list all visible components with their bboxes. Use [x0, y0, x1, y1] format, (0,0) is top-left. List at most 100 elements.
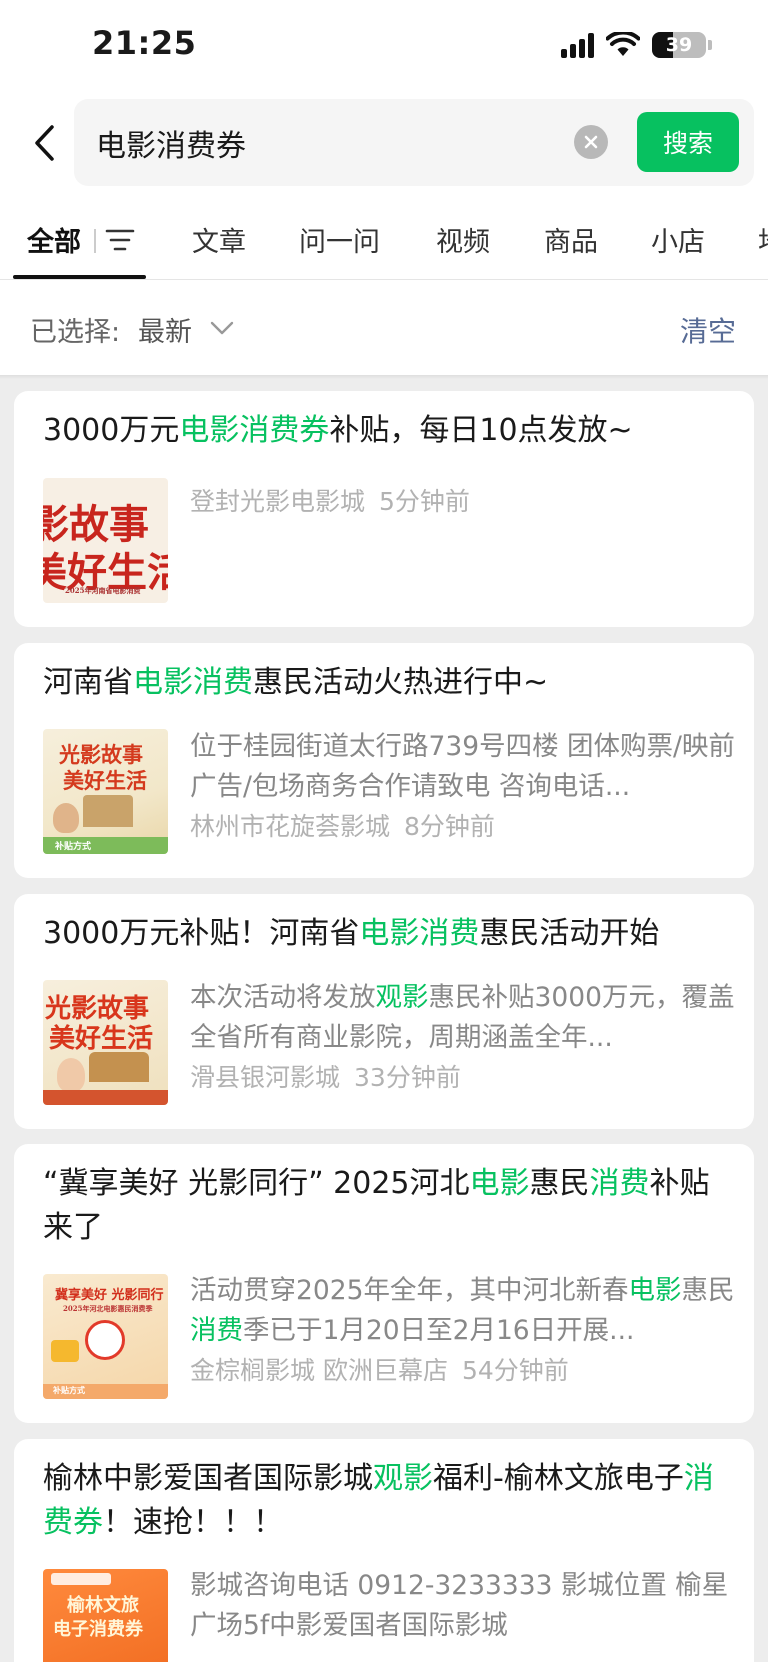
cellular-signal-icon	[561, 32, 594, 58]
post-time: 54分钟前	[461, 1356, 569, 1385]
tab-videos[interactable]: 视频	[436, 220, 490, 259]
title-keyword: 电影消费	[359, 916, 480, 951]
filter-label: 已选择:	[30, 317, 121, 348]
title-text: 惠民活动开始	[479, 916, 660, 951]
thumbnail-mascot	[85, 1320, 125, 1360]
desc-keyword: 消费	[190, 1315, 243, 1346]
battery-percent: 39	[665, 34, 693, 56]
result-source: 金棕榈影城 欧洲巨幕店 54分钟前	[190, 1351, 735, 1391]
tab-articles[interactable]: 文章	[192, 220, 246, 259]
title-keyword: 电影消费券	[179, 413, 330, 448]
result-meta: 影城咨询电话 0912-3233333 影城位置 榆星广场5f中影爱国者国际影城	[190, 1566, 735, 1662]
title-text: 榆林中影爱国者国际影城	[43, 1461, 373, 1496]
result-meta: 活动贯穿2025年全年，其中河北新春电影惠民消费季已于1月20日至2月16日开展…	[190, 1271, 735, 1391]
tab-shops[interactable]: 小店	[651, 220, 705, 259]
result-thumbnail: 光影故事 美好生活	[43, 980, 168, 1105]
result-title: “冀享美好 光影同行” 2025河北电影惠民消费补贴来了	[43, 1162, 733, 1250]
result-thumbnail: 榆林文旅 电子消费券	[43, 1569, 168, 1662]
desc-text: 活动贯穿2025年全年，其中河北新春	[190, 1275, 629, 1306]
search-button[interactable]: 搜索	[637, 112, 739, 172]
title-text: 惠民活动火热进行中~	[253, 665, 549, 700]
desc-text: 本次活动将发放	[190, 982, 376, 1013]
sort-filter-value[interactable]: 最新	[138, 310, 192, 349]
title-text: 3000万元补贴！河南省	[43, 916, 360, 951]
source-name: 金棕榈影城 欧洲巨幕店	[190, 1356, 448, 1385]
post-time: 8分钟前	[404, 812, 495, 841]
desc-text: 季已于1月20日至2月16日开展...	[243, 1315, 635, 1346]
chevron-down-icon[interactable]	[208, 314, 236, 342]
result-title: 榆林中影爱国者国际影城观影福利-榆林文旅电子消费券！速抢！！！	[43, 1457, 733, 1545]
result-thumbnail: 冀享美好 光影同行 2025年河北电影惠民消费季 补贴方式	[43, 1274, 168, 1399]
search-input[interactable]	[96, 99, 536, 186]
wifi-icon	[606, 32, 640, 56]
result-title: 3000万元电影消费券补贴，每日10点发放~	[43, 409, 733, 453]
search-box: 搜索	[74, 99, 754, 186]
tab-products[interactable]: 商品	[544, 220, 598, 259]
title-text: ！速抢！！！	[103, 1505, 283, 1540]
thumbnail-logo	[51, 1573, 111, 1585]
result-card[interactable]: 河南省电影消费惠民活动火热进行中~ 光影故事 美好生活 补贴方式 位于桂园街道太…	[14, 643, 754, 878]
tabs-divider	[0, 279, 768, 280]
source-name: 林州市花旋荟影城	[190, 812, 391, 841]
desc-keyword: 电影	[628, 1275, 682, 1306]
result-thumbnail: 光影故事 美好生活 补贴方式	[43, 729, 168, 854]
title-text: 补贴，每日10点发放~	[329, 413, 633, 448]
status-icons: 39	[561, 30, 712, 60]
header-area: 21:25 39 搜索 全部 文章 问一问 视频 商品	[0, 0, 768, 375]
result-thumbnail: 影故事 美好生活 2025年河南省电影消费	[43, 478, 168, 603]
title-keyword: 电影	[469, 1166, 530, 1201]
result-meta: 登封光影电影城 5分钟前	[190, 482, 735, 522]
title-text: 河南省	[43, 665, 133, 700]
title-keyword: 观影	[373, 1461, 433, 1496]
thumbnail-footer	[43, 1090, 168, 1105]
thumbnail-character	[57, 1058, 85, 1092]
result-card[interactable]: “冀享美好 光影同行” 2025河北电影惠民消费补贴来了 冀享美好 光影同行 2…	[14, 1144, 754, 1423]
thumbnail-caption: 补贴方式	[55, 842, 92, 852]
status-time: 21:25	[92, 24, 197, 62]
thumbnail-building	[83, 795, 133, 827]
result-card[interactable]: 3000万元电影消费券补贴，每日10点发放~ 影故事 美好生活 2025年河南省…	[14, 391, 754, 627]
clear-search-icon[interactable]	[574, 125, 608, 159]
title-text: 福利-榆林文旅电子	[433, 1461, 684, 1496]
tab-local[interactable]: 地	[758, 220, 768, 259]
title-keyword: 消费	[589, 1166, 650, 1201]
title-text: 3000万元	[43, 413, 180, 448]
thumbnail-caption: 美好生活	[63, 768, 147, 793]
battery-icon: 39	[652, 32, 706, 58]
result-description: 活动贯穿2025年全年，其中河北新春电影惠民消费季已于1月20日至2月16日开展…	[190, 1271, 735, 1351]
desc-text: 惠民	[681, 1275, 735, 1306]
result-source	[190, 1646, 735, 1662]
result-description: 位于桂园街道太行路739号四楼 团体购票/映前广告/包场商务合作请致电 咨询电话…	[190, 731, 735, 802]
thumbnail-character	[53, 803, 79, 833]
result-source: 登封光影电影城 5分钟前	[190, 482, 735, 522]
source-name: 滑县银河影城	[190, 1063, 341, 1092]
thumbnail-caption: 电子消费券	[53, 1619, 143, 1640]
thumbnail-caption: 榆林文旅	[67, 1595, 139, 1616]
result-card[interactable]: 榆林中影爱国者国际影城观影福利-榆林文旅电子消费券！速抢！！！ 榆林文旅 电子消…	[14, 1439, 754, 1662]
tab-separator	[94, 229, 96, 253]
back-chevron-icon[interactable]	[24, 118, 64, 168]
tab-bar: 全部 文章 问一问 视频 商品 小店 地	[0, 212, 768, 280]
title-text: 惠民	[529, 1166, 590, 1201]
result-meta: 本次活动将发放观影惠民补贴3000万元，覆盖全省所有商业影院，周期涵盖全年...…	[190, 978, 735, 1098]
result-meta: 位于桂园街道太行路739号四楼 团体购票/映前广告/包场商务合作请致电 咨询电话…	[190, 727, 735, 847]
title-keyword: 电影消费	[133, 665, 253, 700]
tab-all[interactable]: 全部	[27, 220, 81, 259]
thumbnail-caption: 补贴方式	[53, 1385, 85, 1395]
filter-row: 已选择: 最新 清空	[0, 300, 768, 360]
header-shadow	[0, 375, 768, 379]
filter-icon[interactable]	[104, 226, 136, 254]
desc-keyword: 观影	[375, 982, 429, 1013]
result-description: 本次活动将发放观影惠民补贴3000万元，覆盖全省所有商业影院，周期涵盖全年...	[190, 978, 735, 1058]
clear-filter-button[interactable]: 清空	[680, 310, 736, 350]
result-source: 林州市花旋荟影城 8分钟前	[190, 807, 735, 847]
thumbnail-caption: 冀享美好 光影同行	[55, 1288, 164, 1303]
result-description: 影城咨询电话 0912-3233333 影城位置 榆星广场5f中影爱国者国际影城	[190, 1570, 729, 1641]
source-name: 登封光影电影城	[190, 487, 366, 516]
thumbnail-caption: 美好生活	[49, 1024, 154, 1054]
result-title: 河南省电影消费惠民活动火热进行中~	[43, 661, 733, 705]
result-source: 滑县银河影城 33分钟前	[190, 1058, 735, 1098]
post-time: 5分钟前	[379, 487, 470, 516]
tab-ask[interactable]: 问一问	[299, 220, 380, 259]
result-card[interactable]: 3000万元补贴！河南省电影消费惠民活动开始 光影故事 美好生活 本次活动将发放…	[14, 894, 754, 1129]
